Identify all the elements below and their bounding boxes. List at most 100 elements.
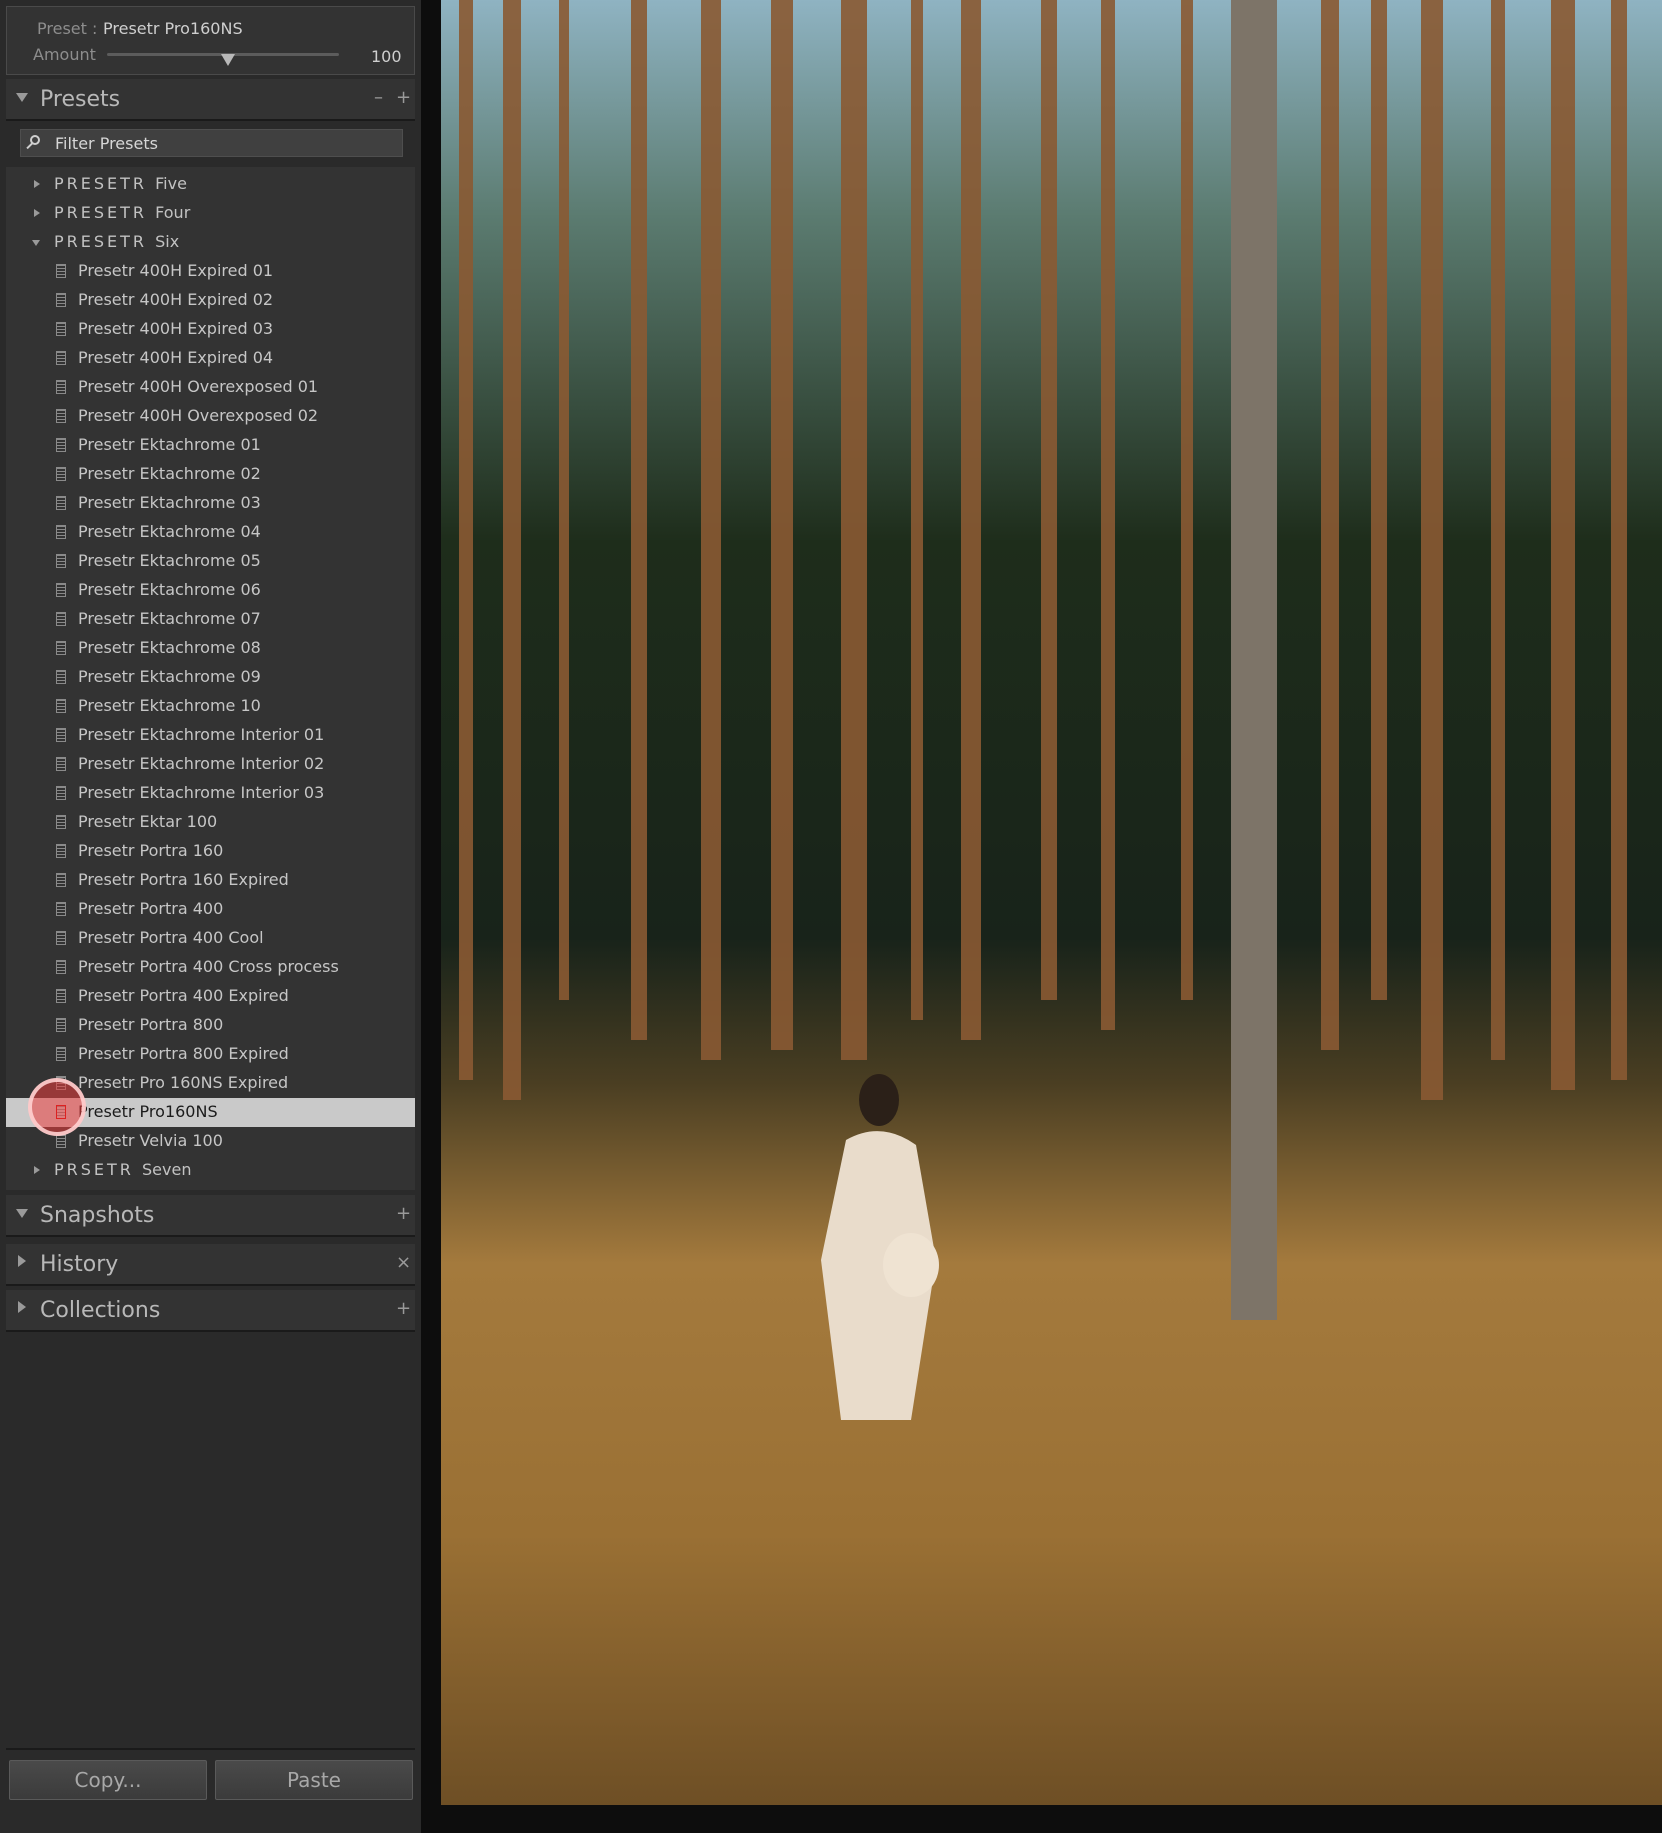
preset-item[interactable]: Presetr Ektachrome 02 <box>6 460 415 489</box>
preset-list: PRESETR Five PRESETR Four PRESETR Six Pr… <box>6 167 415 1190</box>
folder-name: Four <box>155 203 191 222</box>
clear-history-button[interactable]: × <box>396 1252 411 1273</box>
collections-expand-icon[interactable] <box>18 1301 26 1313</box>
presets-expand-icon[interactable] <box>16 93 28 102</box>
preset-item[interactable]: Presetr Portra 400 <box>6 895 415 924</box>
preset-item[interactable]: Presetr Portra 400 Cool <box>6 924 415 953</box>
folder-presetr-five[interactable]: PRESETR Five <box>6 170 415 199</box>
preset-item-label: Presetr Velvia 100 <box>78 1131 223 1150</box>
preset-item-label: Presetr Ektachrome 03 <box>78 493 261 512</box>
preset-item-label: Presetr Portra 400 Expired <box>78 986 289 1005</box>
filter-presets-input[interactable]: Filter Presets <box>20 129 403 157</box>
preset-item-label: Presetr Ektachrome 10 <box>78 696 261 715</box>
preset-item-label: Presetr Ektachrome Interior 03 <box>78 783 325 802</box>
preset-file-icon <box>56 960 66 974</box>
history-expand-icon[interactable] <box>18 1255 26 1267</box>
preset-item[interactable]: Presetr Ektachrome 07 <box>6 605 415 634</box>
preset-item-label: Presetr Ektar 100 <box>78 812 218 831</box>
preset-item-label: Presetr 400H Expired 02 <box>78 290 274 309</box>
preset-item[interactable]: Presetr 400H Expired 03 <box>6 315 415 344</box>
preset-file-icon <box>56 1047 66 1061</box>
amount-slider-thumb[interactable] <box>221 54 235 66</box>
preset-item[interactable]: Presetr Portra 800 <box>6 1011 415 1040</box>
add-preset-button[interactable]: + <box>396 87 411 108</box>
preset-item[interactable]: Presetr Portra 160 Expired <box>6 866 415 895</box>
filter-presets-placeholder: Filter Presets <box>55 134 158 153</box>
folder-label: PRESETR Four <box>54 203 190 222</box>
preset-file-icon <box>56 670 66 684</box>
presets-header[interactable]: Presets – + <box>6 79 415 121</box>
folder-label: PRESETR Six <box>54 232 179 251</box>
panel-divider <box>6 1748 415 1750</box>
preset-item[interactable]: Presetr Ektachrome Interior 03 <box>6 779 415 808</box>
folder-name: Five <box>155 174 187 193</box>
preset-file-icon <box>56 902 66 916</box>
preset-item[interactable]: Presetr 400H Overexposed 02 <box>6 402 415 431</box>
history-title: History <box>40 1252 119 1277</box>
preset-item[interactable]: Presetr 400H Expired 02 <box>6 286 415 315</box>
preset-file-icon <box>56 293 66 307</box>
amount-value: 100 <box>371 47 402 66</box>
add-collection-button[interactable]: + <box>396 1298 411 1319</box>
folder-collapsed-icon[interactable] <box>34 209 40 217</box>
preset-file-icon <box>56 583 66 597</box>
folder-collapsed-icon[interactable] <box>34 180 40 188</box>
folder-name: Six <box>155 232 180 251</box>
preset-item[interactable]: Presetr Ektachrome 04 <box>6 518 415 547</box>
folder-prefix: PRSETR <box>54 1160 134 1179</box>
history-header[interactable]: History × <box>6 1244 415 1286</box>
preset-item[interactable]: Presetr Portra 160 <box>6 837 415 866</box>
preset-name: Presetr Pro160NS <box>103 19 243 38</box>
preset-item[interactable]: Presetr Ektachrome 09 <box>6 663 415 692</box>
preset-file-icon <box>56 989 66 1003</box>
preset-item-label: Presetr Portra 160 <box>78 841 224 860</box>
snapshots-expand-icon[interactable] <box>16 1209 28 1218</box>
click-indicator <box>28 1078 86 1136</box>
preset-item[interactable]: Presetr Ektachrome 08 <box>6 634 415 663</box>
preset-file-icon <box>56 264 66 278</box>
preset-item-label: Presetr Portra 400 Cross process <box>78 957 339 976</box>
preset-file-icon <box>56 931 66 945</box>
folder-presetr-four[interactable]: PRESETR Four <box>6 199 415 228</box>
folder-collapsed-icon[interactable] <box>34 1166 40 1174</box>
preset-item[interactable]: Presetr Portra 400 Cross process <box>6 953 415 982</box>
preset-file-icon <box>56 728 66 742</box>
left-panel: Preset : Presetr Pro160NS Amount 100 Pre… <box>0 0 421 1833</box>
preset-item[interactable]: Presetr Ektachrome 06 <box>6 576 415 605</box>
folder-expanded-icon[interactable] <box>32 240 40 246</box>
folder-prefix: PRESETR <box>54 174 148 193</box>
preset-file-icon <box>56 380 66 394</box>
preset-item[interactable]: Presetr 400H Expired 01 <box>6 257 415 286</box>
preset-item-label: Presetr 400H Overexposed 02 <box>78 406 319 425</box>
paste-button[interactable]: Paste <box>215 1760 413 1800</box>
preset-item[interactable]: Presetr Ektachrome 10 <box>6 692 415 721</box>
snapshots-header[interactable]: Snapshots + <box>6 1195 415 1237</box>
preset-item[interactable]: Presetr Portra 800 Expired <box>6 1040 415 1069</box>
preset-item-label: Presetr Ektachrome Interior 01 <box>78 725 325 744</box>
preset-item[interactable]: Presetr Ektachrome 03 <box>6 489 415 518</box>
photo-forest-scene <box>441 0 1662 1805</box>
remove-preset-button[interactable]: – <box>374 87 383 108</box>
folder-presetr-six[interactable]: PRESETR Six <box>6 228 415 257</box>
preset-item-label: Presetr Ektachrome 01 <box>78 435 261 454</box>
preset-item[interactable]: Presetr 400H Overexposed 01 <box>6 373 415 402</box>
copy-button[interactable]: Copy... <box>9 1760 207 1800</box>
folder-name: Seven <box>142 1160 192 1179</box>
collections-header[interactable]: Collections + <box>6 1290 415 1332</box>
preset-item[interactable]: Presetr Ektar 100 <box>6 808 415 837</box>
preset-file-icon <box>56 467 66 481</box>
add-snapshot-button[interactable]: + <box>396 1203 411 1224</box>
preset-file-icon <box>56 1018 66 1032</box>
preset-file-icon <box>56 815 66 829</box>
folder-prefix: PRESETR <box>54 203 148 222</box>
preset-file-icon <box>56 496 66 510</box>
folder-prefix: PRESETR <box>54 232 148 251</box>
preset-item[interactable]: Presetr 400H Expired 04 <box>6 344 415 373</box>
preset-item[interactable]: Presetr Ektachrome 05 <box>6 547 415 576</box>
snapshots-title: Snapshots <box>40 1203 155 1228</box>
preset-item[interactable]: Presetr Portra 400 Expired <box>6 982 415 1011</box>
preset-item[interactable]: Presetr Ektachrome Interior 01 <box>6 721 415 750</box>
folder-prsetr-seven[interactable]: PRSETR Seven <box>6 1156 415 1185</box>
preset-item[interactable]: Presetr Ektachrome 01 <box>6 431 415 460</box>
preset-item[interactable]: Presetr Ektachrome Interior 02 <box>6 750 415 779</box>
